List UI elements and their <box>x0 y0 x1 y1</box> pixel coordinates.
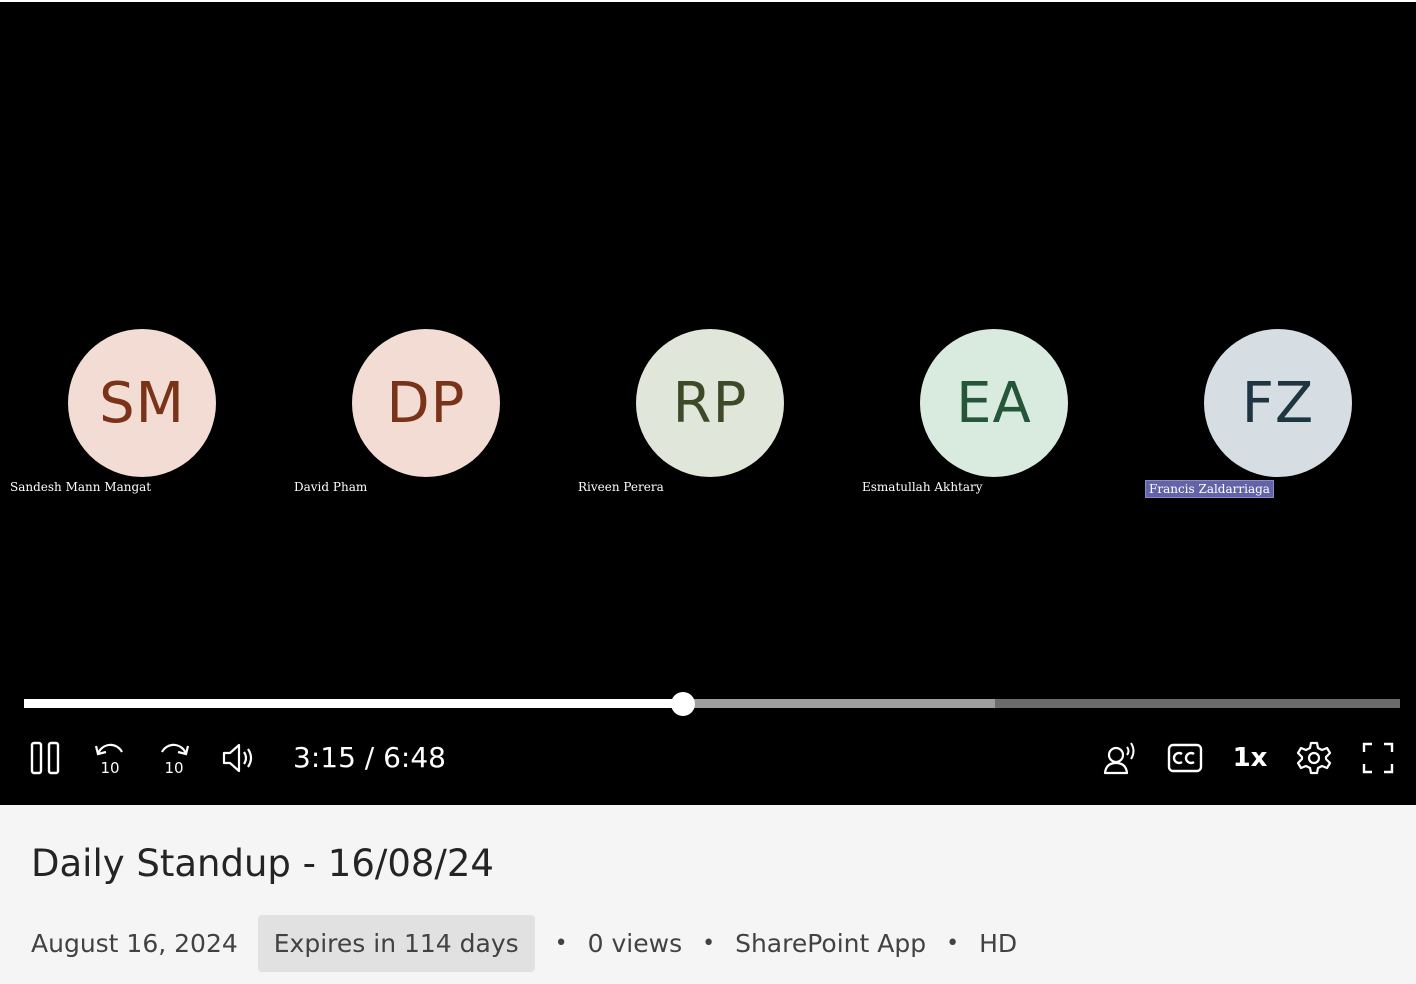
participant-avatar: DP <box>352 329 500 477</box>
participant-name: Sandesh Mann Mangat <box>10 480 152 494</box>
source-app: SharePoint App <box>735 928 927 958</box>
forward-seconds: 10 <box>164 759 183 776</box>
participant-tile: FZ Francis Zaldarriaga <box>1136 329 1416 499</box>
captions-button[interactable] <box>1164 736 1206 780</box>
seek-bar-played <box>24 699 684 708</box>
expiry-badge[interactable]: Expires in 114 days <box>257 914 535 972</box>
participant-name: Riveen Perera <box>578 480 664 494</box>
forward-10-icon: 10 <box>161 743 190 776</box>
view-count: 0 views <box>587 928 683 958</box>
participant-tile: RP Riveen Perera <box>568 329 852 499</box>
settings-button[interactable] <box>1292 736 1336 780</box>
video-title: Daily Standup - 16/08/24 <box>31 842 494 885</box>
upload-date: August 16, 2024 <box>31 928 238 958</box>
participant-tile: EA Esmatullah Akhtary <box>852 329 1136 499</box>
rewind-seconds: 10 <box>100 759 119 776</box>
closed-captions-icon <box>1167 743 1203 773</box>
rewind-10-icon: 10 <box>94 743 123 776</box>
separator: • <box>946 930 960 956</box>
volume-icon <box>222 743 253 773</box>
pause-button[interactable] <box>26 736 66 780</box>
playback-speed-button[interactable]: 1x <box>1228 736 1272 780</box>
top-divider <box>0 0 1416 2</box>
fullscreen-button[interactable] <box>1358 736 1398 780</box>
participant-name: David Pham <box>294 480 368 494</box>
volume-button[interactable] <box>218 736 258 780</box>
video-metadata: August 16, 2024 Expires in 114 days • 0 … <box>31 913 1017 973</box>
pause-icon <box>30 741 60 775</box>
video-player[interactable]: SM Sandesh Mann Mangat DP David Pham RP Rivee… <box>0 0 1416 805</box>
separator: • <box>702 930 716 956</box>
seek-bar[interactable] <box>24 692 1400 716</box>
fullscreen-icon <box>1362 742 1394 774</box>
audio-description-button[interactable] <box>1100 736 1142 780</box>
participant-avatar: FZ <box>1204 329 1352 477</box>
rewind-10-button[interactable]: 10 <box>90 736 130 780</box>
participant-tile: SM Sandesh Mann Mangat <box>0 329 284 499</box>
participant-tile: DP David Pham <box>284 329 568 499</box>
participant-avatar: EA <box>920 329 1068 477</box>
participant-avatar: SM <box>68 329 216 477</box>
quality-badge: HD <box>979 928 1018 958</box>
participant-name: Francis Zaldarriaga <box>1145 480 1274 498</box>
gear-icon <box>1296 741 1332 775</box>
forward-10-button[interactable]: 10 <box>154 736 194 780</box>
separator: • <box>554 930 568 956</box>
participant-avatar: RP <box>636 329 784 477</box>
participant-name: Esmatullah Akhtary <box>862 480 983 494</box>
seek-bar-thumb[interactable] <box>671 692 696 716</box>
playback-time: 3:15 / 6:48 <box>293 741 446 774</box>
speaker-voice-icon <box>1103 742 1135 775</box>
